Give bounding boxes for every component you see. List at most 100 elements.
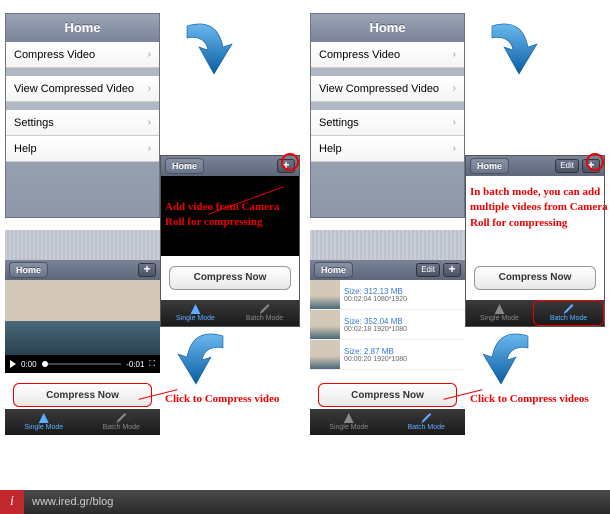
batch-icon xyxy=(421,413,431,423)
single-icon xyxy=(344,413,354,423)
chevron-right-icon: › xyxy=(148,143,151,154)
chevron-right-icon: › xyxy=(453,143,456,154)
annotation-text: Click to Compress videos xyxy=(470,392,610,407)
arrow-icon xyxy=(480,330,540,390)
batch-icon xyxy=(260,304,270,314)
video-player: 0:00 -0:01 ⛶ xyxy=(5,280,160,373)
home-item-settings[interactable]: Settings › xyxy=(6,110,159,136)
chevron-right-icon: › xyxy=(453,49,456,60)
list-item[interactable]: Size: 352.04 MB00:02:18 1920*1080 xyxy=(310,310,465,340)
fullscreen-icon[interactable]: ⛶ xyxy=(149,359,155,369)
list-item[interactable]: Size: 312.13 MB00:02:04 1080*1920 xyxy=(310,280,465,310)
home-label: Settings xyxy=(319,117,359,129)
nav-back-button[interactable]: Home xyxy=(9,262,48,278)
arrow-icon xyxy=(175,330,235,390)
video-meta: 00:02:04 1080*1920 xyxy=(344,296,461,303)
compress-now-button[interactable]: Compress Now xyxy=(318,383,457,407)
video-meta: 00:00:20 1920*1080 xyxy=(344,356,461,363)
home-header: Home xyxy=(311,14,464,42)
home-screen: Home Compress Video › View Compressed Vid… xyxy=(310,13,465,218)
highlight-circle xyxy=(281,153,299,171)
tab-label: Batch Mode xyxy=(550,315,587,322)
annotation-text: Add video from Camera Roll for compressi… xyxy=(165,200,300,231)
play-icon[interactable] xyxy=(10,360,16,368)
tab-batch-mode[interactable]: Batch Mode xyxy=(83,409,161,435)
video-controls: 0:00 -0:01 ⛶ xyxy=(5,355,160,373)
home-item-view[interactable]: View Compressed Video › xyxy=(6,76,159,102)
nav-back-button[interactable]: Home xyxy=(470,158,509,174)
home-item-view[interactable]: View Compressed Video › xyxy=(311,76,464,102)
chevron-right-icon: › xyxy=(148,117,151,128)
tab-label: Batch Mode xyxy=(408,424,445,431)
video-thumbnail xyxy=(310,280,340,309)
tab-single-mode[interactable]: Single Mode xyxy=(310,409,388,435)
progress-bar[interactable] xyxy=(42,363,122,365)
home-label: Help xyxy=(14,143,37,155)
chevron-right-icon: › xyxy=(148,49,151,60)
site-logo: i xyxy=(0,490,24,514)
home-label: Compress Video xyxy=(14,49,95,61)
edit-button[interactable]: Edit xyxy=(555,159,579,173)
single-icon xyxy=(495,304,505,314)
tab-batch-mode[interactable]: Batch Mode xyxy=(388,409,466,435)
tab-batch-mode[interactable]: Batch Mode xyxy=(533,300,604,326)
home-label: Compress Video xyxy=(319,49,400,61)
batch-mode-empty-screen: Home Edit + Compress Now Single Mode Bat… xyxy=(465,155,605,327)
arrow-icon xyxy=(175,20,235,80)
home-item-help[interactable]: Help › xyxy=(6,136,159,162)
edit-button[interactable]: Edit xyxy=(416,263,440,277)
tab-bar: Single Mode Batch Mode xyxy=(310,409,465,435)
chevron-right-icon: › xyxy=(453,83,456,94)
add-button[interactable]: + xyxy=(138,263,156,277)
tab-label: Single Mode xyxy=(176,315,215,322)
home-label: View Compressed Video xyxy=(14,83,134,95)
annotation-text: In batch mode, you can add multiple vide… xyxy=(470,185,610,231)
compress-now-button[interactable]: Compress Now xyxy=(474,266,596,290)
time-total: -0:01 xyxy=(126,360,144,369)
video-size: Size: 2.87 MB xyxy=(344,347,461,356)
tab-label: Single Mode xyxy=(480,315,519,322)
video-list: Size: 312.13 MB00:02:04 1080*1920 Size: … xyxy=(310,280,465,370)
compress-now-button[interactable]: Compress Now xyxy=(169,266,291,290)
chevron-right-icon: › xyxy=(453,117,456,128)
tab-bar: Single Mode Batch Mode xyxy=(466,300,604,326)
tab-batch-mode[interactable]: Batch Mode xyxy=(230,300,299,326)
time-current: 0:00 xyxy=(21,360,37,369)
batch-icon xyxy=(564,304,574,314)
chevron-right-icon: › xyxy=(148,83,151,94)
add-button[interactable]: + xyxy=(443,263,461,277)
single-mode-empty-screen: Home + Compress Now Single Mode Batch Mo… xyxy=(160,155,300,327)
home-label: Help xyxy=(319,143,342,155)
site-url: www.ired.gr/blog xyxy=(24,496,113,508)
tab-label: Single Mode xyxy=(329,424,368,431)
annotation-text: Click to Compress video xyxy=(165,392,305,407)
home-screen: Home Compress Video › View Compressed Vid… xyxy=(5,13,160,218)
tab-label: Single Mode xyxy=(24,424,63,431)
tab-single-mode[interactable]: Single Mode xyxy=(161,300,230,326)
video-thumbnail xyxy=(310,340,340,369)
nav-back-button[interactable]: Home xyxy=(314,262,353,278)
compress-now-button[interactable]: Compress Now xyxy=(13,383,152,407)
single-icon xyxy=(39,413,49,423)
single-icon xyxy=(191,304,201,314)
video-thumbnail[interactable] xyxy=(5,280,160,355)
home-item-compress[interactable]: Compress Video › xyxy=(6,42,159,68)
tab-label: Batch Mode xyxy=(246,315,283,322)
tab-bar: Single Mode Batch Mode xyxy=(5,409,160,435)
video-meta: 00:02:18 1920*1080 xyxy=(344,326,461,333)
home-label: Settings xyxy=(14,117,54,129)
nav-back-button[interactable]: Home xyxy=(165,158,204,174)
video-size: Size: 352.04 MB xyxy=(344,317,461,326)
home-header: Home xyxy=(6,14,159,42)
tab-single-mode[interactable]: Single Mode xyxy=(466,300,533,326)
home-item-settings[interactable]: Settings › xyxy=(311,110,464,136)
list-item[interactable]: Size: 2.87 MB00:00:20 1920*1080 xyxy=(310,340,465,370)
page-footer: i www.ired.gr/blog xyxy=(0,490,610,514)
home-item-help[interactable]: Help › xyxy=(311,136,464,162)
tab-single-mode[interactable]: Single Mode xyxy=(5,409,83,435)
video-thumbnail xyxy=(310,310,340,339)
home-item-compress[interactable]: Compress Video › xyxy=(311,42,464,68)
arrow-icon xyxy=(480,20,540,80)
home-label: View Compressed Video xyxy=(319,83,439,95)
batch-icon xyxy=(116,413,126,423)
